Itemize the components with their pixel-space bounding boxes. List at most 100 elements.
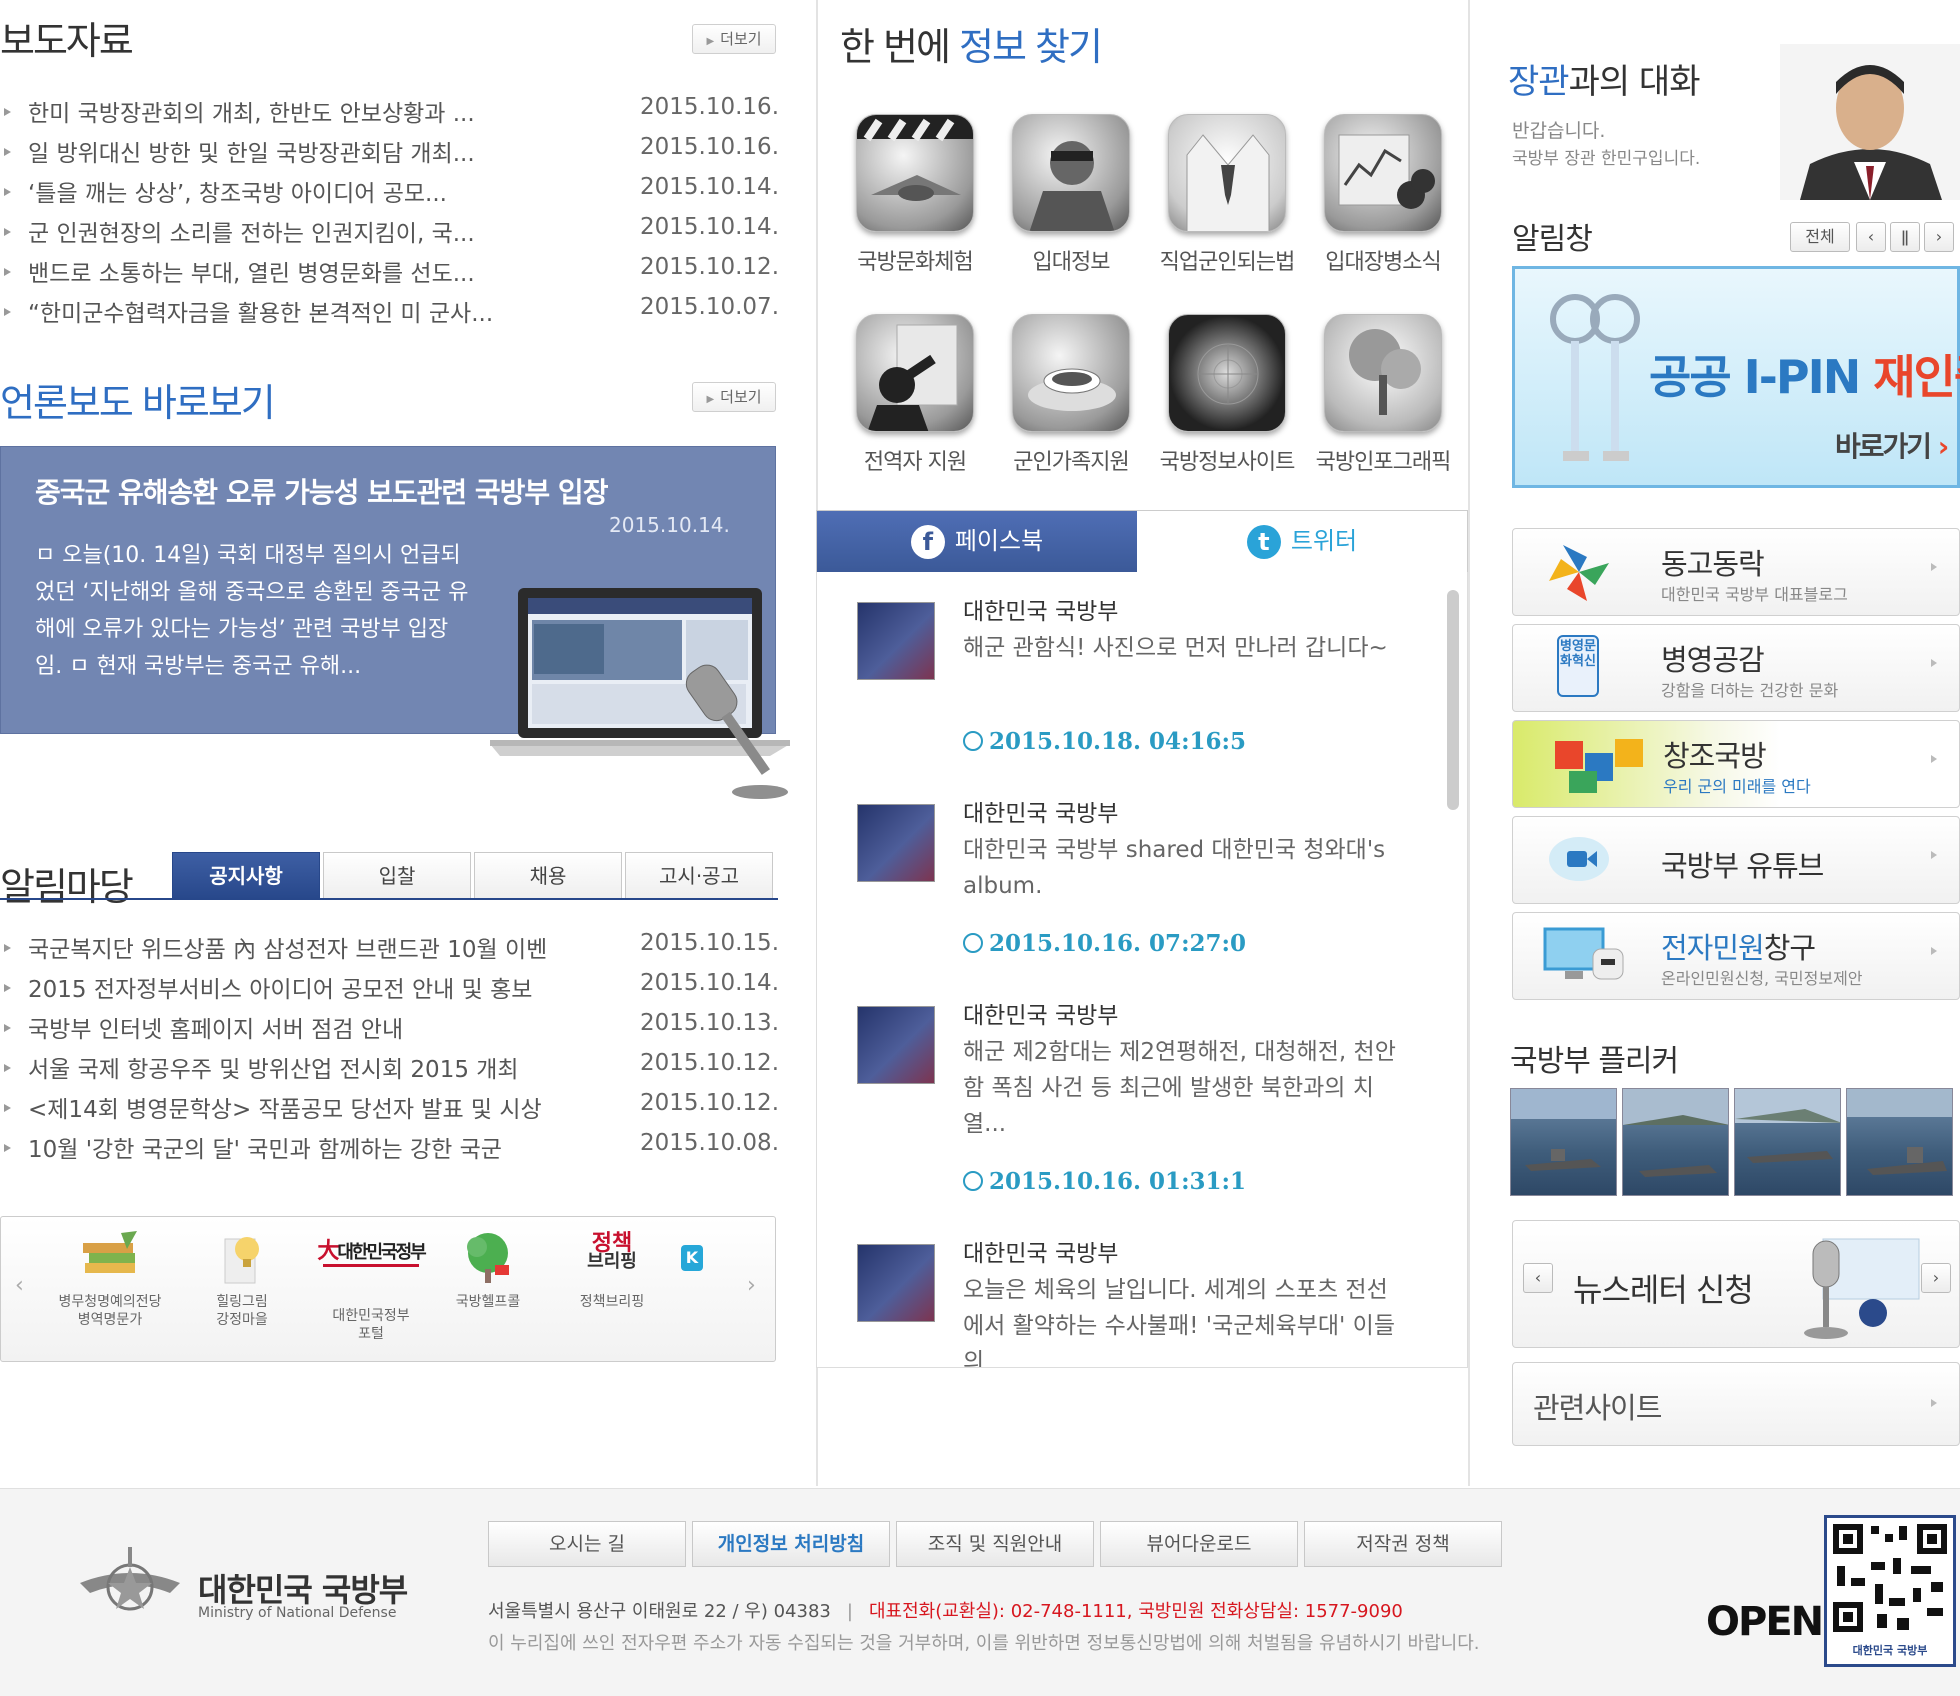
media-title: 언론보도 바로보기	[0, 381, 276, 425]
list-item[interactable]: 국군복지단 위드상품 內 삼성전자 브랜드관 10월 이벤 2015.10.15.	[0, 930, 785, 970]
microphone-icon	[1804, 1238, 1920, 1339]
carousel-prev-icon[interactable]: ‹	[15, 1273, 24, 1298]
link-barracks[interactable]: 병영문화혁신 병영공감 강함을 더하는 건강한 문화	[1512, 624, 1960, 712]
banner-military-hall[interactable]: 병무청명예의전당 병역명문가	[55, 1229, 165, 1329]
prev-icon[interactable]: ‹	[1856, 222, 1886, 252]
banner-policy-briefing[interactable]: 정책 브리핑 정책브리핑	[557, 1229, 667, 1311]
tab-twitter[interactable]: t 트위터	[1137, 511, 1467, 573]
link-creative-defense[interactable]: 창조국방 우리 군의 미래를 연다	[1512, 720, 1960, 808]
list-item[interactable]: 밴드로 소통하는 부대, 열린 병영문화를 선도... 2015.10.12.	[0, 254, 785, 294]
link-civil-petition-title: 전자민원창구	[1661, 931, 1816, 965]
salute-icon	[856, 314, 974, 432]
footer: 대한민국 국방부 Ministry of National Defense 오시…	[0, 1488, 1960, 1696]
list-item[interactable]: 서울 국제 항공우주 및 방위산업 전시회 2015 개최 2015.10.12.	[0, 1050, 785, 1090]
banner-helpcall[interactable]: 국방헬프콜	[433, 1229, 543, 1311]
list-item[interactable]: 일 방위대신 방한 및 한일 국방장관회담 개최... 2015.10.16.	[0, 134, 785, 174]
facebook-icon: f	[910, 525, 945, 559]
footer-directions-button[interactable]: 오시는 길	[488, 1521, 686, 1567]
military-family-link[interactable]: 군인가족지원	[996, 314, 1146, 476]
mnd-emblem-icon	[857, 1244, 935, 1322]
laptop-microphone-image	[490, 588, 790, 799]
banner-healing[interactable]: 힐링그림 강정마을	[187, 1229, 297, 1329]
clock-icon	[963, 933, 983, 953]
video-camera-icon	[1539, 827, 1619, 893]
list-item[interactable]: 국방부 인터넷 홈페이지 서버 점검 안내 2015.10.13.	[0, 1010, 785, 1050]
related-sites-button[interactable]: 관련사이트	[1512, 1362, 1960, 1446]
chevron-right-icon	[1931, 1399, 1937, 1407]
footer-privacy-button[interactable]: 개인정보 처리방침	[692, 1521, 890, 1567]
ipin-banner[interactable]: 공공 I-PIN 재인증 바로가기 ›	[1512, 266, 1960, 488]
mnd-logo-icon	[80, 1547, 180, 1611]
notice-title: 알림마당	[0, 865, 134, 909]
link-youtube[interactable]: 국방부 유튜브	[1512, 816, 1960, 904]
barracks-culture-icon: 병영문화혁신	[1539, 635, 1619, 701]
media-more-button[interactable]: ▶ 더보기	[692, 382, 776, 412]
defense-sites-link[interactable]: 국방정보사이트	[1152, 314, 1302, 476]
coffee-cup-icon	[1012, 314, 1130, 432]
notice-list: 국군복지단 위드상품 內 삼성전자 브랜드관 10월 이벤 2015.10.15.…	[0, 930, 785, 1170]
flickr-photo[interactable]	[1846, 1088, 1953, 1196]
list-item[interactable]: 10월 '강한 국군의 달' 국민과 함께하는 강한 국군 2015.10.08.	[0, 1130, 785, 1170]
chevron-right-icon	[1931, 755, 1937, 763]
banner-gov-portal[interactable]: 大대한민국정부 대한민국정부 포털	[307, 1229, 435, 1343]
soldier-news-link[interactable]: 입대장병소식	[1308, 114, 1458, 276]
clock-icon	[963, 1171, 983, 1191]
media-body: ㅁ 오늘(10. 14일) 국회 대정부 질의시 언급되었던 ‘지난해와 올해 …	[35, 543, 469, 679]
flickr-photo[interactable]	[1510, 1088, 1617, 1196]
list-item[interactable]: 한미 국방장관회의 개최, 한반도 안보상황과 ... 2015.10.16.	[0, 94, 785, 134]
footer-email-notice: 이 누리집에 쓰인 전자우편 주소가 자동 수집되는 것을 거부하며, 이를 위…	[488, 1633, 1480, 1654]
tab-facebook[interactable]: f 페이스북	[817, 511, 1137, 573]
ipin-go: 바로가기 ›	[1835, 430, 1949, 463]
minister-title: 장관과의 대화	[1508, 62, 1700, 102]
newsletter-banner[interactable]: ‹ 뉴스레터 신청 ›	[1512, 1220, 1960, 1348]
k-logo-icon[interactable]: K	[681, 1245, 703, 1271]
prev-icon[interactable]: ‹	[1523, 1263, 1553, 1293]
enlistment-info-link[interactable]: 입대정보	[996, 114, 1146, 276]
chevron-right-icon	[1931, 851, 1937, 859]
career-soldier-link[interactable]: 직업군인되는법	[1152, 114, 1302, 276]
veteran-support-link[interactable]: 전역자 지원	[840, 314, 990, 476]
tab-recruit[interactable]: 채용	[474, 852, 622, 900]
chevron-right-icon	[1931, 947, 1937, 955]
list-item[interactable]: “한미군수협력자금을 활용한 본격적인 미 군사... 2015.10.07.	[0, 294, 785, 334]
press-title: 보도자료	[0, 19, 134, 63]
open-logo[interactable]: OPEN	[1706, 1599, 1824, 1645]
feed-scrollbar[interactable]	[1447, 590, 1459, 810]
chevron-right-icon	[1931, 563, 1937, 571]
ipin-title: 공공 I-PIN 재인증	[1649, 350, 1960, 404]
next-icon[interactable]: ›	[1921, 1263, 1951, 1293]
press-more-button[interactable]: ▶ 더보기	[692, 24, 776, 54]
next-icon[interactable]: ›	[1924, 222, 1954, 252]
sns-feed[interactable]: 대한민국 국방부 해군 관함식! 사진으로 먼저 만나러 갑니다~ 2015.1…	[816, 572, 1468, 1368]
tab-announcement[interactable]: 고시·공고	[625, 852, 773, 900]
footer-viewer-button[interactable]: 뷰어다운로드	[1100, 1521, 1298, 1567]
list-item[interactable]: 군 인권현장의 소리를 전하는 인권지킴이, 국... 2015.10.14.	[0, 214, 785, 254]
link-civil-petition[interactable]: 전자민원창구 온라인민원신청, 국민정보제안	[1512, 912, 1960, 1000]
flickr-photo[interactable]	[1734, 1088, 1841, 1196]
media-date: 2015.10.14.	[609, 513, 730, 537]
qr-code[interactable]: 대한민국 국방부	[1824, 1515, 1956, 1667]
minister-talk[interactable]: 장관과의 대화 반갑습니다. 국방부 장관 한민구입니다.	[1508, 44, 1960, 200]
carousel-next-icon[interactable]: ›	[747, 1273, 756, 1298]
tab-underline	[0, 898, 778, 900]
tab-bid[interactable]: 입찰	[323, 852, 471, 900]
defense-infographic-link[interactable]: 국방인포그래픽	[1308, 314, 1458, 476]
list-item[interactable]: <제14회 병영문학상> 작품공모 당선자 발표 및 시상 2015.10.12.	[0, 1090, 785, 1130]
culture-experience-link[interactable]: 국방문화체험	[840, 114, 990, 276]
list-item[interactable]: 2015 전자정부서비스 아이디어 공모전 안내 및 홍보 2015.10.14.	[0, 970, 785, 1010]
press-list: 한미 국방장관회의 개최, 한반도 안보상황과 ... 2015.10.16. 일…	[0, 94, 785, 334]
banner-carousel: ‹ › 병무청명예의전당 병역명문가 힐링그림 강정마을 大대한민국정부 대한민국정…	[0, 1216, 776, 1362]
computer-icon	[1539, 923, 1624, 989]
alert-all-button[interactable]: 전체	[1790, 222, 1850, 252]
footer-org-button[interactable]: 조직 및 직원안내	[896, 1521, 1094, 1567]
pause-icon[interactable]: ǁ	[1890, 222, 1920, 252]
footer-copyright-button[interactable]: 저작권 정책	[1304, 1521, 1502, 1567]
footer-address-line: 서울특별시 용산구 이태원로 22 / 우) 04383 | 대표전화(교환실): …	[488, 1601, 1403, 1622]
link-blog[interactable]: 동고동락 대한민국 국방부 대표블로그	[1512, 528, 1960, 616]
sns-tabs: f 페이스북 t 트위터	[816, 510, 1468, 583]
list-item[interactable]: ‘틀을 깨는 상상’, 창조국방 아이디어 공모... 2015.10.14.	[0, 174, 785, 214]
flickr-photo[interactable]	[1622, 1088, 1729, 1196]
chart-binoculars-icon	[1324, 114, 1442, 232]
lightbulb-icon	[209, 1229, 275, 1287]
tab-notice[interactable]: 공지사항	[172, 852, 320, 900]
